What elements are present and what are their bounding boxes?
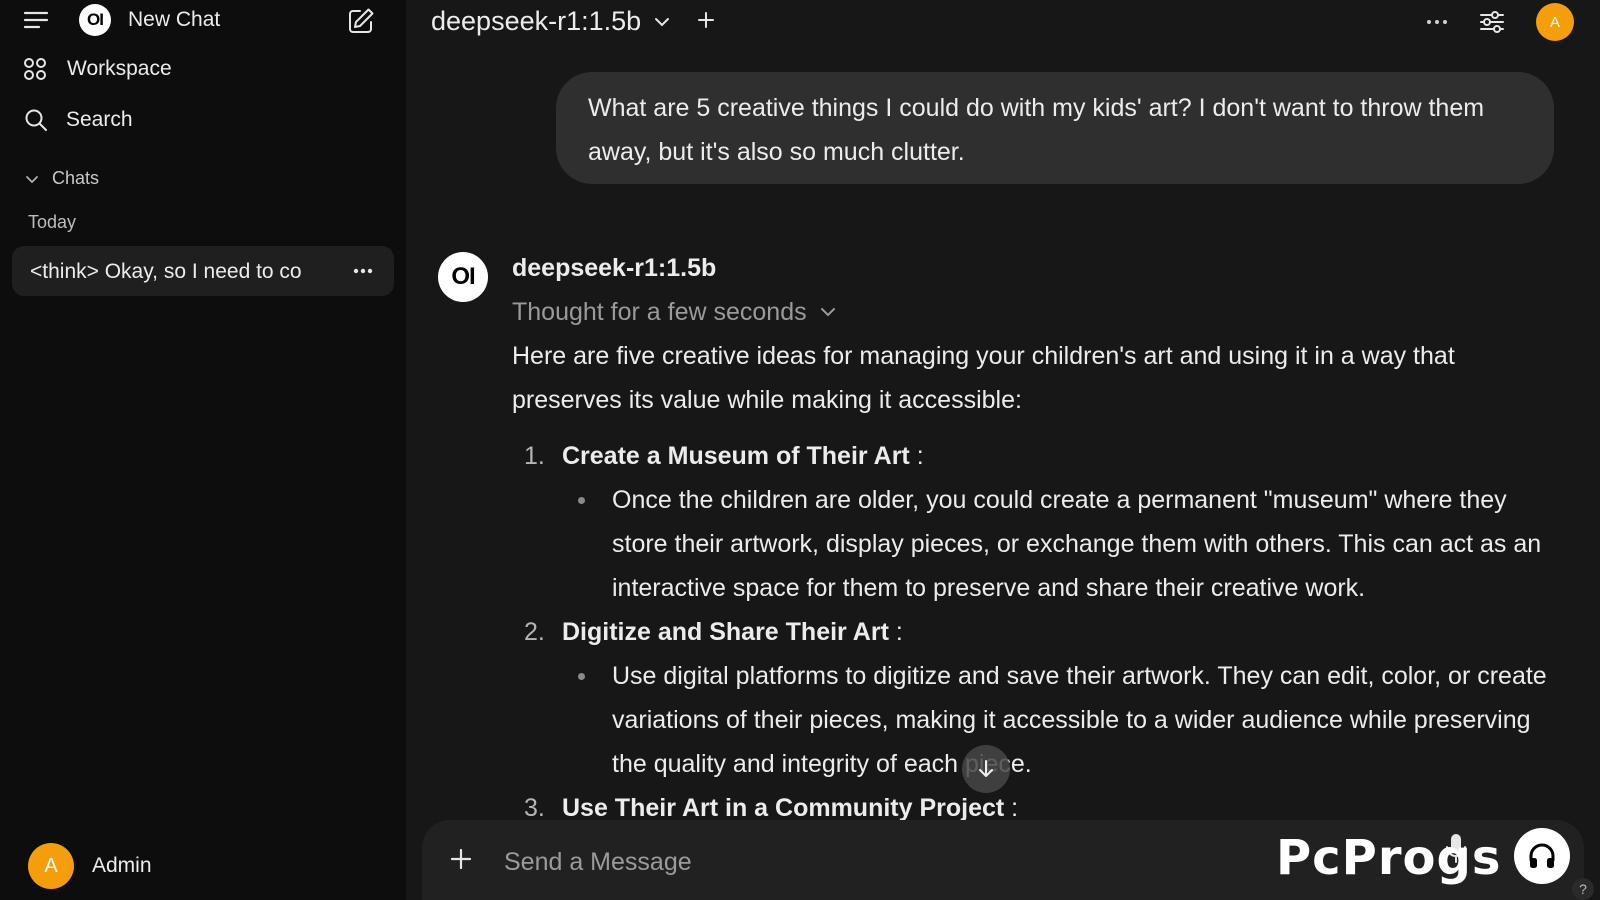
bullet-dot <box>578 673 585 680</box>
voice-mode-button[interactable] <box>1514 828 1570 884</box>
thought-label: Thought for a few seconds <box>512 298 807 326</box>
user-message-bubble: What are 5 creative things I could do wi… <box>556 72 1554 184</box>
user-message-text: What are 5 creative things I could do wi… <box>588 94 1485 166</box>
plus-icon <box>450 848 472 870</box>
new-chat-label: New Chat <box>128 8 221 31</box>
sidebar-toggle-button[interactable] <box>22 8 50 32</box>
list-bullet: Use digital platforms to digitize and sa… <box>562 654 1562 786</box>
menu-icon <box>22 8 50 32</box>
chat-options-icon[interactable] <box>352 260 374 282</box>
app-logo: OI <box>79 4 111 36</box>
workspace-label: Workspace <box>67 57 172 80</box>
main-panel: deepseek-r1:1.5b A What are 5 creative t… <box>406 0 1600 900</box>
list-item: 2. Digitize and Share Their Art : Use di… <box>512 610 1562 786</box>
compose-button[interactable] <box>346 6 376 36</box>
ellipsis-icon <box>1424 12 1450 32</box>
bullet-text: Once the children are older, you could c… <box>612 486 1542 602</box>
thought-toggle[interactable]: Thought for a few seconds <box>512 290 1562 334</box>
avatar: A <box>28 843 74 889</box>
pencil-square-icon <box>346 6 376 36</box>
user-menu[interactable]: A Admin <box>28 843 152 889</box>
plus-icon <box>696 10 716 30</box>
bullet-text: Use digital platforms to digitize and sa… <box>612 662 1547 778</box>
sidebar: OI New Chat Workspace Search Chats Today… <box>0 0 406 900</box>
chats-section-label: Chats <box>52 168 100 188</box>
list-item-title: Use Their Art in a Community Project <box>562 794 1005 822</box>
list-item-title: Create a Museum of Their Art <box>562 442 910 470</box>
list-item-suffix: : <box>909 442 924 470</box>
chevron-down-icon <box>653 13 671 31</box>
assistant-model-name: deepseek-r1:1.5b <box>512 254 717 282</box>
add-model-button[interactable] <box>696 10 716 30</box>
model-selector-label: deepseek-r1:1.5b <box>431 6 642 36</box>
watermark: PcProgs <box>1276 830 1502 886</box>
header-avatar[interactable]: A <box>1536 3 1574 41</box>
chevron-down-icon <box>819 303 837 321</box>
chats-section-toggle[interactable]: Chats <box>24 168 99 189</box>
chevron-down-icon <box>24 171 40 187</box>
assistant-logo: OI <box>438 252 488 302</box>
sidebar-item-workspace[interactable]: Workspace <box>22 56 172 82</box>
search-label: Search <box>66 108 133 131</box>
chat-item-title: <think> Okay, so I need to co <box>30 260 302 283</box>
user-name: Admin <box>92 854 152 877</box>
list-bullet: Once the children are older, you could c… <box>562 478 1562 610</box>
new-chat-button[interactable]: OI New Chat <box>79 4 220 36</box>
list-item-suffix: : <box>1004 794 1019 822</box>
list-item-title: Digitize and Share Their Art <box>562 618 889 646</box>
scroll-to-bottom-button[interactable] <box>962 745 1010 793</box>
chat-list-item[interactable]: <think> Okay, so I need to co <box>12 246 394 296</box>
attach-button[interactable] <box>450 848 472 870</box>
message-input[interactable] <box>502 844 1266 880</box>
today-label: Today <box>28 212 77 232</box>
model-selector[interactable]: deepseek-r1:1.5b <box>431 6 671 37</box>
help-button[interactable]: ? <box>1572 878 1594 900</box>
bullet-dot <box>578 497 585 504</box>
grid-icon <box>22 56 48 82</box>
sidebar-item-search[interactable]: Search <box>24 108 133 132</box>
search-icon <box>24 108 48 132</box>
list-number: 1. <box>524 442 545 470</box>
assistant-message: deepseek-r1:1.5b Thought for a few secon… <box>512 252 1562 830</box>
list-number: 2. <box>524 618 545 646</box>
list-item: 1. Create a Museum of Their Art : Once t… <box>512 434 1562 610</box>
more-options-button[interactable] <box>1424 12 1450 32</box>
response-intro: Here are five creative ideas for managin… <box>512 342 1455 414</box>
headphones-icon <box>1527 841 1557 871</box>
list-item-suffix: : <box>888 618 903 646</box>
arrow-down-icon <box>975 758 997 780</box>
controls-button[interactable] <box>1478 8 1506 36</box>
sliders-icon <box>1478 8 1506 36</box>
